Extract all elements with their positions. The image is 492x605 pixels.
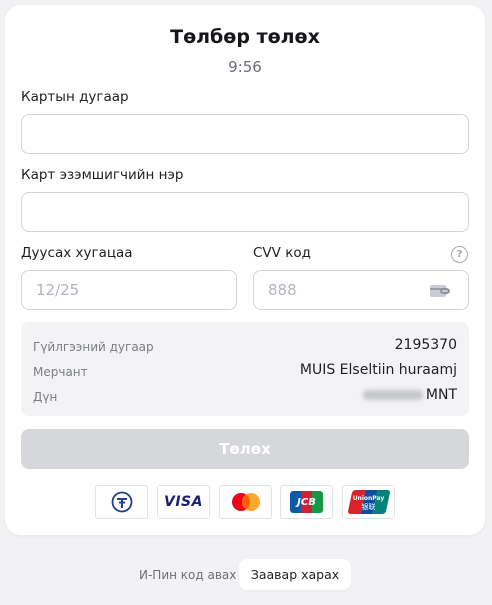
transaction-summary: Гүйлгээний дугаар 2195370 Мерчант MUIS E… <box>21 322 469 416</box>
cvv-placeholder: 888 <box>268 281 297 299</box>
expiry-label: Дуусах хугацаа <box>21 245 133 261</box>
unionpay-wordmark: UnionPay <box>352 495 385 502</box>
page-title: Төлбөр төлөх <box>170 26 320 48</box>
expiry-input[interactable]: 12/25 <box>21 270 237 310</box>
unionpay-icon: UnionPay 银联 <box>342 485 395 519</box>
jcb-icon: JCB <box>280 485 333 519</box>
summary-key: Мерчант <box>33 365 88 379</box>
card-number-label: Картын дугаар <box>21 89 129 105</box>
guide-button[interactable]: Заавар харах <box>239 559 351 590</box>
summary-key: Дүн <box>33 390 58 404</box>
mastercard-icon <box>219 485 272 519</box>
cvv-input[interactable]: 888 <box>253 270 469 310</box>
blurred-amount <box>362 390 423 400</box>
payment-card: Төлбөр төлөх 9:56 Картын дугаар Карт эзэ… <box>5 5 485 535</box>
countdown-timer: 9:56 <box>228 58 262 76</box>
jcb-wordmark: JCB <box>297 496 316 508</box>
summary-row-amount: Дүн MNT <box>33 387 457 407</box>
cvv-label: CVV код <box>253 245 311 261</box>
summary-value: 2195370 <box>394 337 457 353</box>
summary-row-merchant: Мерчант MUIS Elseltiin huraamj <box>33 362 457 382</box>
card-holder-label: Карт эзэмшигчийн нэр <box>21 167 184 183</box>
visa-icon: VISA <box>157 485 210 519</box>
card-holder-input[interactable] <box>21 192 469 232</box>
ipin-link[interactable]: И-Пин код авах <box>139 568 236 582</box>
visa-wordmark: VISA <box>164 494 203 510</box>
card-cvv-icon <box>430 285 450 297</box>
card-number-input[interactable] <box>21 114 469 154</box>
summary-value: MUIS Elseltiin huraamj <box>299 362 457 378</box>
summary-key: Гүйлгээний дугаар <box>33 340 154 354</box>
summary-row-transaction-id: Гүйлгээний дугаар 2195370 <box>33 337 457 357</box>
pay-button[interactable]: Төлөх <box>21 429 469 469</box>
unionpay-cn-wordmark: 银联 <box>361 503 376 511</box>
currency: MNT <box>425 387 457 403</box>
qpay-icon <box>95 485 148 519</box>
help-icon[interactable]: ? <box>451 246 468 263</box>
summary-amount: MNT <box>362 387 457 403</box>
